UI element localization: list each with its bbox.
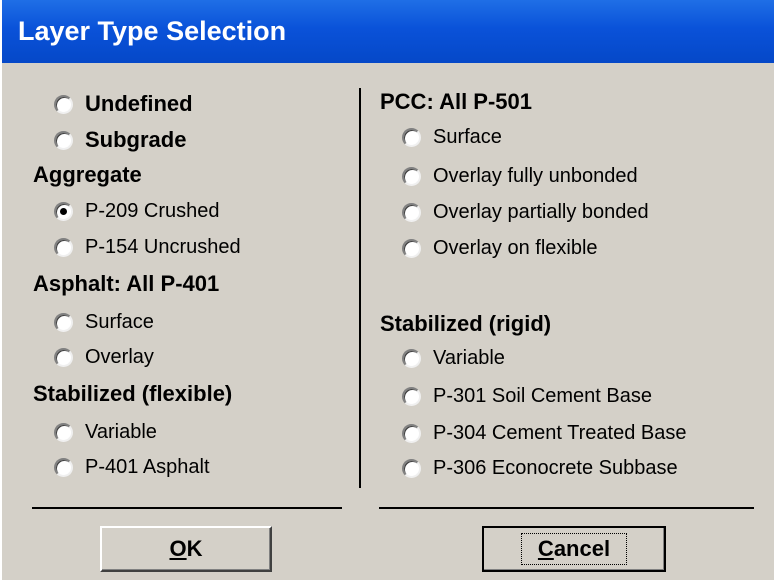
radio-rigid-variable[interactable]: Variable [402,347,505,370]
radio-label: Surface [85,311,154,333]
radio-label: Variable [433,347,505,369]
radio-asphalt-overlay[interactable]: Overlay [54,346,154,369]
radio-label: Overlay fully unbonded [433,165,638,187]
radio-p401-asphalt[interactable]: P-401 Asphalt [54,456,210,479]
radio-circle-icon[interactable] [402,203,421,222]
radio-circle-icon[interactable] [402,167,421,186]
ok-button[interactable]: OK [100,526,272,572]
radio-pcc-overlay-partial[interactable]: Overlay partially bonded [402,201,649,224]
radio-p154-uncrushed[interactable]: P-154 Uncrushed [54,236,241,259]
radio-circle-icon[interactable] [54,238,73,257]
radio-circle-icon[interactable] [54,313,73,332]
radio-label: P-301 Soil Cement Base [433,385,653,407]
radio-label: Surface [433,126,502,148]
radio-p304-cement-treated[interactable]: P-304 Cement Treated Base [402,422,686,445]
group-heading-aggregate: Aggregate [33,162,142,187]
bottom-divider-right [379,507,754,509]
radio-circle-icon[interactable] [54,348,73,367]
layer-type-dialog: Layer Type Selection Undefined Subgrade … [0,0,782,580]
radio-label: Variable [85,421,157,443]
radio-label: P-154 Uncrushed [85,236,241,258]
radio-circle-icon[interactable] [54,130,73,150]
radio-label: Overlay [85,346,154,368]
radio-circle-icon[interactable] [54,423,73,442]
radio-circle-icon[interactable] [402,349,421,368]
radio-circle-icon[interactable] [402,459,421,478]
radio-circle-icon[interactable] [54,458,73,477]
radio-circle-icon[interactable] [402,128,421,147]
radio-circle-icon[interactable] [402,387,421,406]
group-heading-stabilized-rigid: Stabilized (rigid) [380,311,552,336]
radio-flexible-variable[interactable]: Variable [54,421,157,444]
group-heading-stabilized-flexible: Stabilized (flexible) [33,381,233,406]
radio-label: P-306 Econocrete Subbase [433,457,678,479]
radio-label: Undefined [85,91,193,116]
radio-circle-icon[interactable] [402,424,421,443]
focus-rect: Cancel [520,533,628,565]
radio-label: P-304 Cement Treated Base [433,422,687,444]
ok-mnemonic: O [169,536,187,561]
title-bar[interactable]: Layer Type Selection [2,0,774,63]
radio-pcc-overlay-flexible[interactable]: Overlay on flexible [402,237,598,260]
radio-circle-icon[interactable] [54,202,73,221]
radio-label: Overlay partially bonded [433,201,649,223]
radio-pcc-surface[interactable]: Surface [402,126,502,149]
radio-label: Overlay on flexible [433,237,598,259]
radio-undefined[interactable]: Undefined [54,91,193,117]
radio-subgrade[interactable]: Subgrade [54,127,186,153]
window-title: Layer Type Selection [18,16,287,46]
radio-p209-crushed[interactable]: P-209 Crushed [54,200,220,223]
cancel-mnemonic: C [537,536,554,561]
radio-circle-icon[interactable] [402,239,421,258]
radio-circle-icon[interactable] [54,94,73,114]
radio-p306-econocrete[interactable]: P-306 Econocrete Subbase [402,457,678,480]
cancel-button[interactable]: Cancel [482,526,666,572]
radio-asphalt-surface[interactable]: Surface [54,311,154,334]
bottom-divider-left [32,507,342,509]
cancel-label: ancel [553,536,611,561]
group-heading-asphalt: Asphalt: All P-401 [33,271,220,296]
radio-label: P-209 Crushed [85,200,220,222]
radio-p301-soil-cement[interactable]: P-301 Soil Cement Base [402,385,652,408]
radio-pcc-overlay-unbonded[interactable]: Overlay fully unbonded [402,165,638,188]
window-edge [774,0,782,580]
ok-label: K [186,536,203,561]
group-heading-pcc: PCC: All P-501 [380,89,533,114]
radio-label: Subgrade [85,127,187,152]
column-divider [359,88,361,488]
radio-label: P-401 Asphalt [85,456,210,478]
